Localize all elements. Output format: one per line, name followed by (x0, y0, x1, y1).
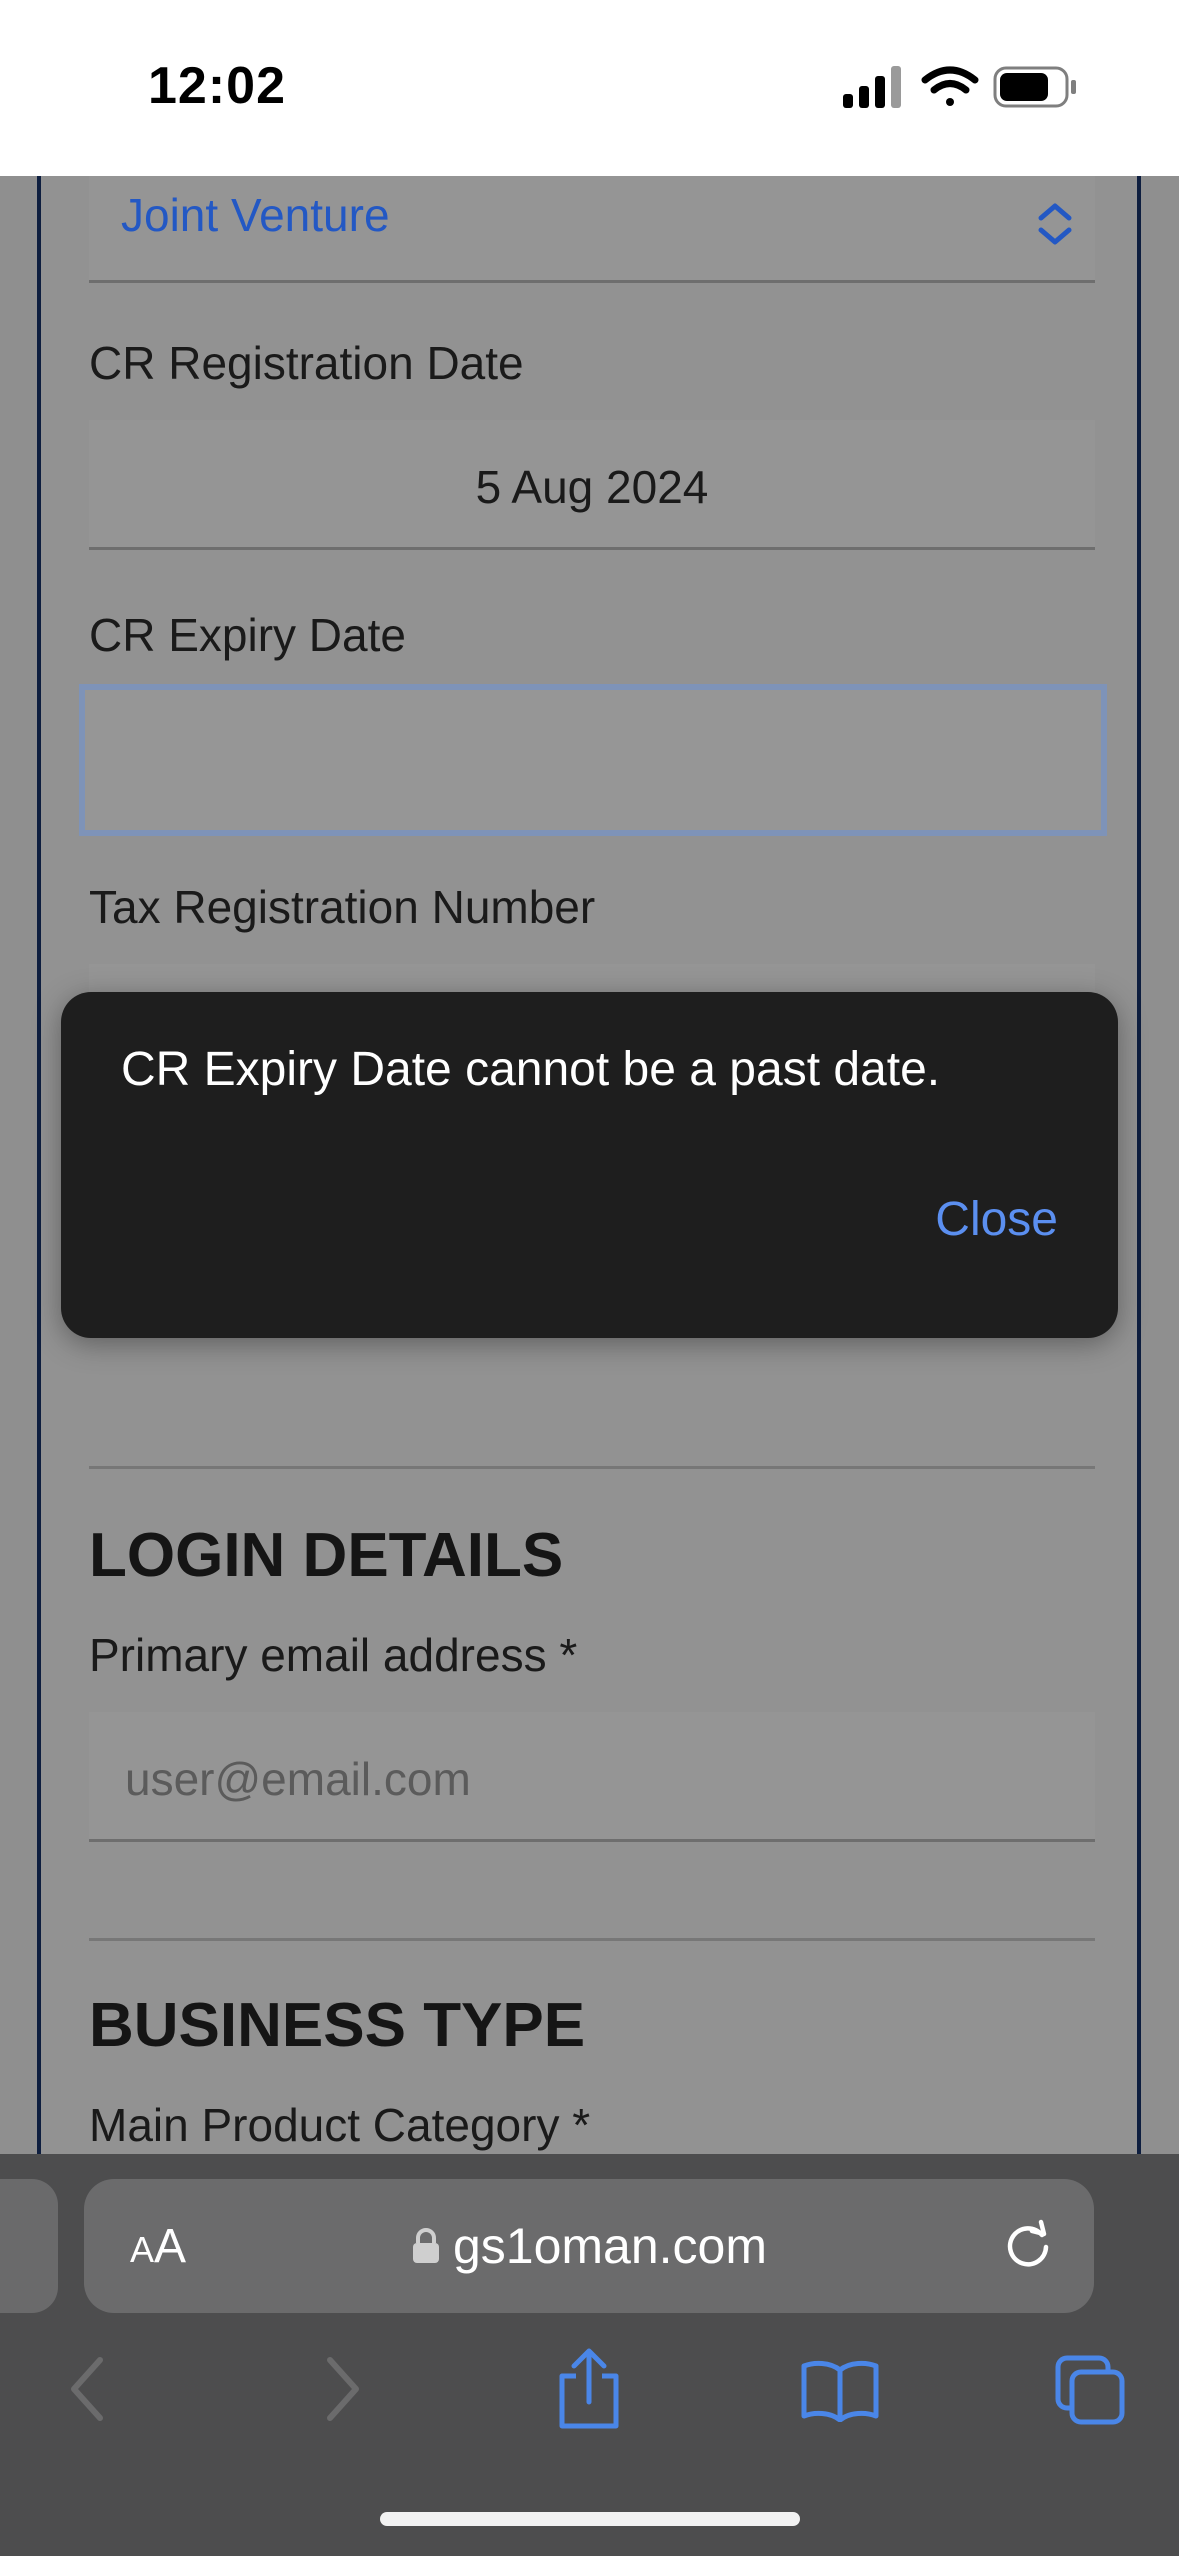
alert-close-button[interactable]: Close (935, 1192, 1058, 1247)
cr-registration-date-input[interactable]: 5 Aug 2024 (89, 420, 1095, 550)
cr-expiry-date-label: CR Expiry Date (89, 609, 406, 661)
login-details-heading: LOGIN DETAILS (89, 1521, 564, 1590)
address-bar[interactable]: AA gs1oman.com (84, 2179, 1094, 2313)
bookmarks-icon[interactable] (800, 2358, 880, 2422)
browser-toolbar: AA gs1oman.com (0, 2154, 1179, 2556)
url-text: gs1oman.com (452, 2218, 768, 2274)
primary-email-placeholder: user@email.com (125, 1753, 471, 1805)
wifi-icon (921, 66, 979, 106)
section-divider (89, 1938, 1095, 1941)
cellular-signal-icon (843, 66, 901, 108)
section-divider (89, 1466, 1095, 1469)
status-time: 12:02 (148, 57, 286, 115)
entity-type-select[interactable]: Joint Venture (89, 176, 1095, 283)
tax-registration-number-label: Tax Registration Number (89, 881, 596, 933)
primary-email-label: Primary email address * (89, 1629, 578, 1681)
alert-dialog: CR Expiry Date cannot be a past date. Cl… (61, 992, 1118, 1338)
reload-icon[interactable] (1000, 2217, 1056, 2273)
cr-registration-date-label: CR Registration Date (89, 337, 524, 389)
battery-icon (993, 66, 1076, 108)
home-indicator (380, 2512, 800, 2526)
status-icons (843, 62, 1083, 114)
previous-tab-peek[interactable] (0, 2179, 58, 2313)
cr-expiry-date-input[interactable] (79, 684, 1107, 836)
tabs-icon[interactable] (1054, 2354, 1126, 2426)
entity-type-value: Joint Venture (121, 189, 390, 241)
lock-icon (412, 2227, 439, 2263)
back-icon[interactable] (66, 2354, 110, 2424)
share-icon[interactable] (554, 2346, 624, 2432)
cr-registration-date-value: 5 Aug 2024 (475, 461, 709, 513)
status-bar: 12:02 (0, 0, 1179, 176)
business-type-heading: BUSINESS TYPE (89, 1991, 586, 2060)
url-display[interactable]: gs1oman.com (84, 2217, 1094, 2275)
select-arrows-icon (1038, 203, 1072, 245)
forward-icon[interactable] (320, 2354, 364, 2424)
alert-message: CR Expiry Date cannot be a past date. (121, 1043, 941, 1096)
main-product-category-label: Main Product Category * (89, 2099, 591, 2151)
primary-email-input[interactable]: user@email.com (89, 1712, 1095, 1842)
